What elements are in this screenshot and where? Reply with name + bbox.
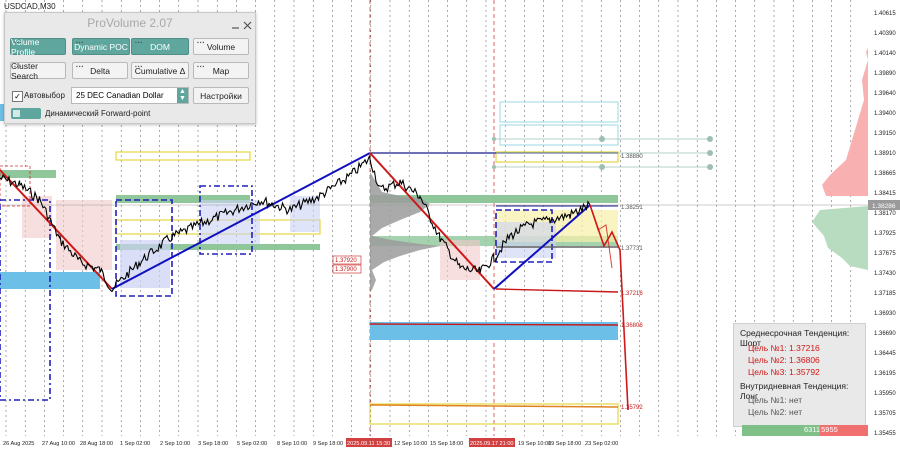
volume-balance-bar: 6311 5955: [742, 425, 868, 436]
intra-target-1: Цель №1: нет: [748, 395, 803, 405]
zone-rectangles: [0, 101, 619, 425]
price-tick: 1.37430: [874, 271, 896, 277]
price-tick: 1.36690: [874, 331, 896, 337]
price-tick: 1.37925: [874, 231, 896, 237]
mid-target-1: Цель №1: 1.37216: [748, 343, 820, 353]
level-label-1: 1.38880: [621, 154, 643, 160]
settings-button[interactable]: Настройки: [193, 87, 249, 104]
trend-panel: Среднесрочная Тенденция: Шорт Цель №1: 1…: [733, 323, 866, 427]
price-tick: 1.38665: [874, 171, 896, 177]
price-tick: 1.39150: [874, 131, 896, 137]
time-tick: 2025.09.17 21:00: [470, 441, 514, 447]
forward-point-label: Динамический Forward-point: [45, 109, 151, 118]
minimize-icon[interactable]: [231, 17, 240, 29]
volume-profile-button[interactable]: ▪▪▪ Volume Profile: [10, 37, 66, 57]
time-tick: 12 Sep 10:00: [394, 441, 427, 447]
level-label-3: 1.37731: [621, 246, 643, 252]
price-axis: 1.40615 1.40390 1.40140 1.39890 1.39640 1.394…: [868, 0, 900, 451]
poc-label-2: 1.37900: [335, 267, 357, 273]
price-tick: 1.35455: [874, 431, 896, 437]
dynamic-poc-button[interactable]: ▪▪▪ Dynamic POC: [72, 38, 130, 55]
time-tick: 5 Sep 02:00: [237, 441, 267, 447]
price-tick: 1.38170: [874, 211, 896, 217]
level-label-2: 1.38251: [621, 205, 643, 211]
level-label-5: 1.36806: [621, 323, 643, 329]
level-label-6: 1.35792: [621, 405, 643, 411]
time-tick: 3 Sep 18:00: [198, 441, 228, 447]
price-tick: 1.40390: [874, 31, 896, 37]
instrument-select[interactable]: 25 DEC Canadian Dollar ▲ ▼: [71, 87, 189, 104]
time-tick: 26 Aug 2025: [3, 441, 34, 447]
panel-title: ProVolume 2.07: [87, 16, 173, 30]
mid-target-2: Цель №2: 1.36806: [748, 355, 820, 365]
price-tick: 1.39890: [874, 71, 896, 77]
auto-select-checkbox[interactable]: ✓: [12, 91, 23, 102]
time-tick: 27 Aug 10:00: [42, 441, 75, 447]
chevron-updown-icon: ▲ ▼: [177, 88, 188, 103]
price-tick: 1.38415: [874, 191, 896, 197]
time-axis: 26 Aug 2025 27 Aug 10:00 28 Aug 18:00 1 Sep…: [3, 438, 618, 447]
cumulative-delta-button[interactable]: ▪▪▪ Cumulative Δ: [131, 62, 189, 79]
time-tick: 19 Sep 18:00: [548, 441, 581, 447]
time-tick: 19 Sep 10:00: [518, 441, 551, 447]
volume-profile-right: [812, 40, 868, 270]
close-icon[interactable]: [243, 17, 252, 30]
price-tick: 1.36930: [874, 311, 896, 317]
level-label-4: 1.37216: [621, 291, 643, 297]
dom-button[interactable]: ▪▪▪ DOM: [131, 38, 189, 55]
time-tick: 2025.09.11 15:30: [347, 441, 390, 447]
intra-target-2: Цель №2: нет: [748, 407, 803, 417]
price-tick: 1.37185: [874, 291, 896, 297]
price-tick: 1.37675: [874, 251, 896, 257]
price-tick: 1.35705: [874, 411, 896, 417]
map-button[interactable]: ▪▪▪ Map: [193, 62, 249, 79]
time-tick: 1 Sep 02:00: [120, 441, 150, 447]
price-tick: 1.39640: [874, 91, 896, 97]
price-tick: 1.40615: [874, 11, 896, 17]
time-tick: 15 Sep 18:00: [430, 441, 463, 447]
price-tick: 1.39400: [874, 111, 896, 117]
mid-target-3: Цель №3: 1.35792: [748, 367, 820, 377]
buy-volume: 6311: [742, 425, 821, 436]
price-tick: 1.40140: [874, 51, 896, 57]
symbol-label: USDCAD,M30: [4, 2, 56, 11]
price-tick: 1.35950: [874, 391, 896, 397]
price-tick: 1.36445: [874, 351, 896, 357]
poc-label-1: 1.37920: [335, 258, 357, 264]
price-tick: 1.38910: [874, 151, 896, 157]
time-tick: 2 Sep 10:00: [160, 441, 190, 447]
price-tick: 1.36195: [874, 371, 896, 377]
time-tick: 28 Aug 18:00: [80, 441, 113, 447]
time-tick: 23 Sep 02:00: [585, 441, 618, 447]
sell-volume: 5955: [820, 425, 868, 436]
auto-select-label: Автовыбор: [24, 91, 65, 100]
provolume-panel[interactable]: ProVolume 2.07 ▪▪▪ Volume Profile ▪▪▪ Dyna…: [4, 12, 256, 124]
current-price-label: 1.38286: [872, 203, 896, 210]
volume-button[interactable]: ▪▪▪ Volume: [193, 38, 249, 55]
time-tick: 9 Sep 18:00: [313, 441, 343, 447]
cluster-search-button[interactable]: ▪▪▪ Cluster Search: [10, 61, 66, 81]
time-tick: 8 Sep 10:00: [277, 441, 307, 447]
delta-button[interactable]: ▪▪▪ Delta: [72, 62, 128, 79]
forward-point-toggle[interactable]: [11, 108, 41, 119]
